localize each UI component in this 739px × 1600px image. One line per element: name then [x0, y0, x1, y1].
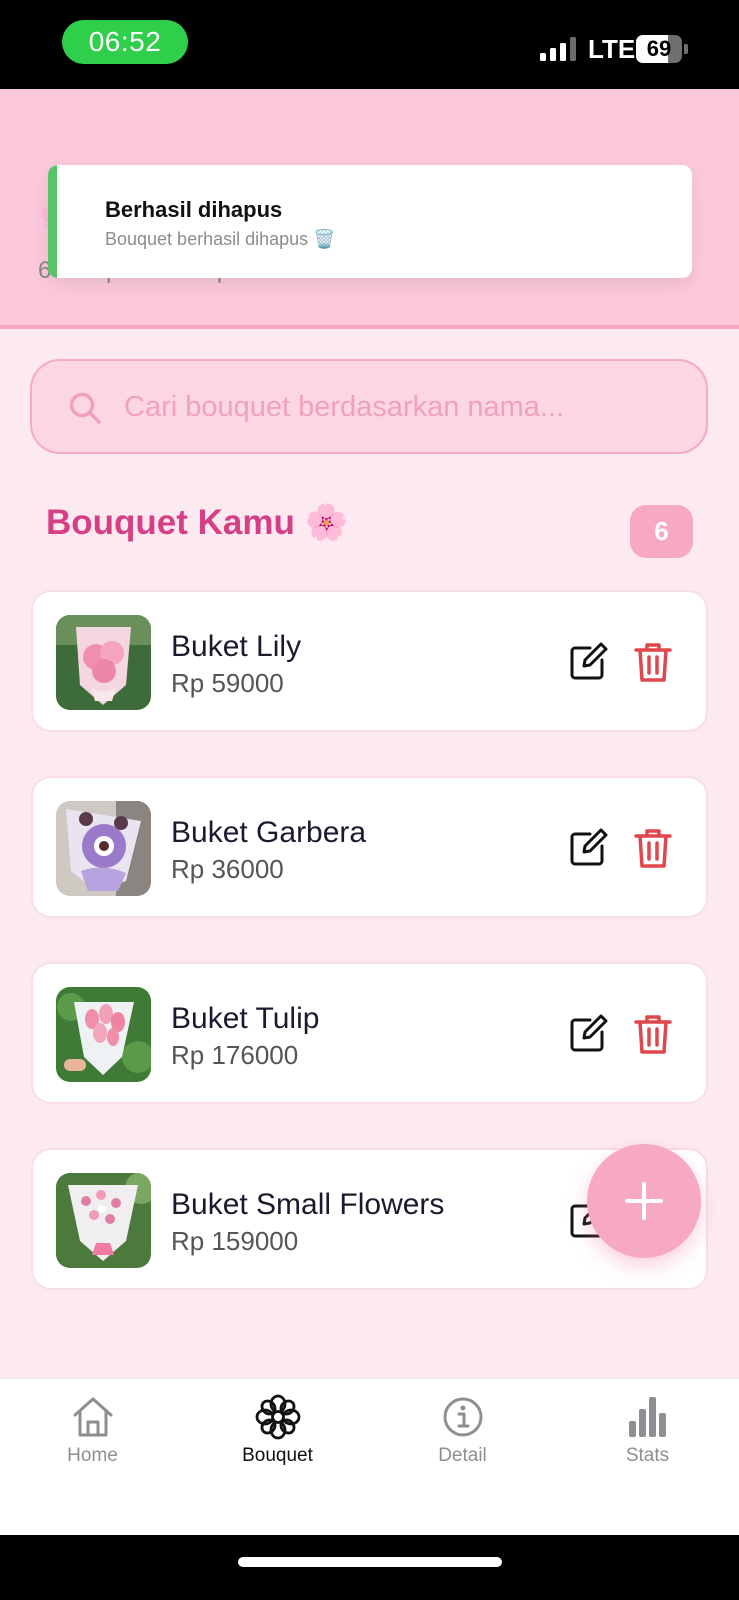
battery-percent: 69 — [646, 36, 672, 61]
bouquet-card[interactable]: Buket Lily Rp 59000 — [31, 590, 708, 732]
toast-message: Bouquet berhasil dihapus 🗑️ — [105, 229, 336, 249]
bouquet-card[interactable]: Buket Garbera Rp 36000 — [31, 776, 708, 918]
bouquet-price: Rp 176000 — [171, 1040, 299, 1070]
status-bar: 06:52 LTE 69 — [0, 0, 739, 89]
add-bouquet-button[interactable] — [587, 1144, 701, 1258]
flower-icon — [255, 1394, 301, 1440]
success-toast[interactable]: Berhasil dihapus Bouquet berhasil dihapu… — [48, 165, 692, 278]
bouquet-thumbnail — [56, 615, 151, 710]
search-icon — [69, 392, 101, 424]
home-indicator-area — [0, 1535, 739, 1600]
edit-icon[interactable] — [566, 826, 610, 870]
toast-accent-bar — [48, 165, 57, 278]
bouquet-thumbnail — [56, 987, 151, 1082]
trash-icon[interactable] — [631, 640, 675, 684]
search-bar[interactable] — [30, 359, 708, 454]
battery-icon: 69 — [636, 35, 682, 63]
bouquet-name: Buket Small Flowers — [171, 1188, 445, 1221]
bottom-nav: Home Bouquet Detail Stats — [0, 1378, 739, 1535]
signal-icon — [540, 37, 578, 61]
home-indicator[interactable] — [238, 1557, 502, 1567]
edit-icon[interactable] — [566, 640, 610, 684]
section-title: Bouquet Kamu 🌸 — [46, 503, 349, 542]
bouquet-price: Rp 59000 — [171, 668, 284, 698]
bouquet-name: Buket Garbera — [171, 816, 367, 849]
nav-stats[interactable]: Stats — [555, 1379, 739, 1479]
nav-bouquet[interactable]: Bouquet — [185, 1379, 370, 1479]
trash-icon[interactable] — [631, 1012, 675, 1056]
trash-icon[interactable] — [631, 826, 675, 870]
network-type: LTE — [588, 34, 636, 64]
bouquet-name: Buket Tulip — [171, 1002, 320, 1035]
plus-icon — [625, 1182, 663, 1220]
nav-label: Detail — [438, 1445, 487, 1466]
count-badge: 6 — [630, 505, 693, 558]
nav-detail[interactable]: Detail — [370, 1379, 555, 1479]
nav-label: Stats — [625, 1445, 670, 1466]
edit-icon[interactable] — [566, 1012, 610, 1056]
bouquet-card[interactable]: Buket Tulip Rp 176000 — [31, 962, 708, 1104]
bouquet-price: Rp 36000 — [171, 854, 284, 884]
bouquet-name: Buket Lily — [171, 630, 302, 663]
search-input[interactable] — [124, 381, 684, 433]
battery-tip — [684, 44, 688, 54]
info-icon — [443, 1397, 483, 1437]
nav-label: Home — [67, 1445, 118, 1466]
toast-title: Berhasil dihapus — [105, 197, 283, 222]
bouquet-price: Rp 159000 — [171, 1226, 299, 1256]
nav-label: Bouquet — [242, 1445, 313, 1466]
bouquet-thumbnail — [56, 1173, 151, 1268]
bar-chart-icon — [629, 1397, 666, 1437]
bouquet-thumbnail — [56, 801, 151, 896]
home-icon — [73, 1397, 113, 1437]
clock-pill: 06:52 — [62, 20, 188, 64]
nav-home[interactable]: Home — [0, 1379, 185, 1479]
